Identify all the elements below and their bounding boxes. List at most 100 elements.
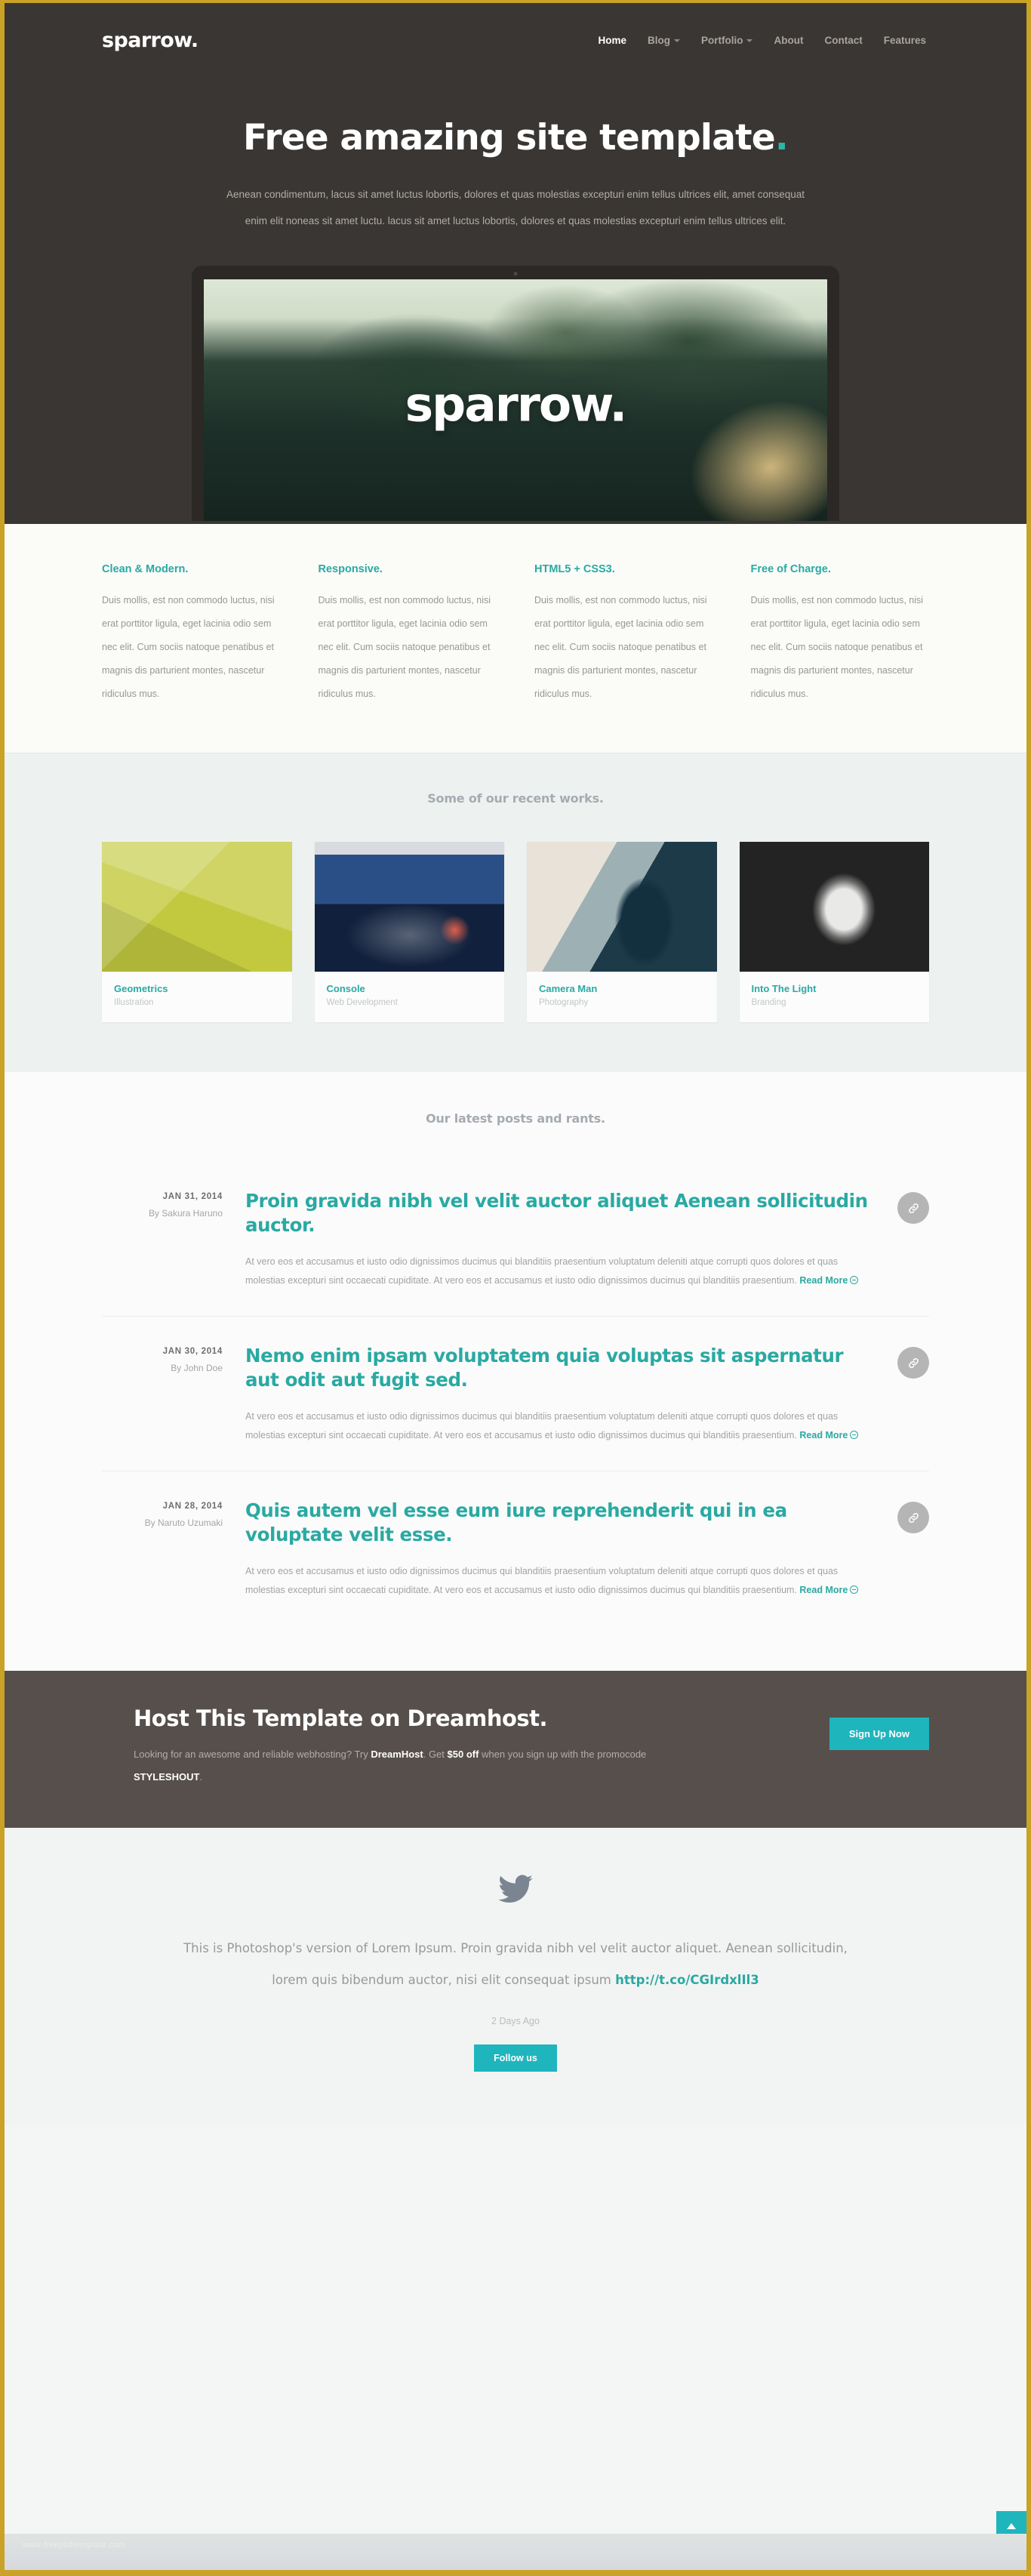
cta-promocode: STYLESHOUT <box>134 1771 200 1783</box>
page-inner: sparrow. Home Blog Portfolio About Conta… <box>5 3 1026 2570</box>
sign-up-now-button[interactable]: Sign Up Now <box>829 1718 929 1750</box>
read-more-link[interactable]: Read More <box>799 1275 848 1286</box>
read-more-link[interactable]: Read More <box>799 1585 848 1595</box>
feature-body: Duis mollis, est non commodo luctus, nis… <box>534 595 707 699</box>
post-permalink-button[interactable] <box>897 1192 929 1224</box>
portfolio-item-category: Web Development <box>326 998 398 1007</box>
features-grid: Clean & Modern. Duis mollis, est non com… <box>102 563 929 706</box>
cta-subtitle: Looking for an awesome and reliable webh… <box>134 1743 662 1789</box>
portfolio-thumbnail[interactable] <box>314 842 504 972</box>
cta-text-3: when you sign up with the promocode <box>479 1749 647 1760</box>
post-title[interactable]: Nemo enim ipsam voluptatem quia voluptas… <box>245 1344 875 1392</box>
site-logo[interactable]: sparrow. <box>102 29 199 52</box>
portfolio-item-category: Branding <box>751 998 786 1007</box>
post-excerpt-text: At vero eos et accusamus et iusto odio d… <box>245 1411 839 1441</box>
main-navbar: sparrow. Home Blog Portfolio About Conta… <box>102 29 929 52</box>
cta-text-4: . <box>199 1771 203 1783</box>
post-body: Nemo enim ipsam voluptatem quia voluptas… <box>245 1344 897 1445</box>
footer-section: This is Photoshop's version of Lorem Ips… <box>5 1828 1026 2125</box>
read-more-label: Read More <box>799 1430 848 1441</box>
feature-column: Clean & Modern. Duis mollis, est non com… <box>102 563 281 706</box>
blog-post: JAN 28, 2014 By Naruto Uzumaki Quis aute… <box>102 1471 929 1625</box>
post-excerpt: At vero eos et accusamus et iusto odio d… <box>245 1407 875 1445</box>
bottom-strip: www.freepsdtemplate.com <box>5 2534 1026 2570</box>
read-more-label: Read More <box>799 1585 848 1595</box>
blog-heading: Our latest posts and rants. <box>426 1111 605 1126</box>
laptop-screen: sparrow. <box>204 279 827 521</box>
nav-links: Home Blog Portfolio About Contact Featur… <box>598 35 929 46</box>
post-date: JAN 30, 2014 <box>162 1347 223 1356</box>
blog-section: Our latest posts and rants. JAN 31, 2014… <box>5 1072 1026 1671</box>
page-frame: sparrow. Home Blog Portfolio About Conta… <box>0 0 1031 2576</box>
read-more-link[interactable]: Read More <box>799 1430 848 1441</box>
portfolio-item-title: Geometrics <box>114 983 168 994</box>
post-body: Quis autem vel esse eum iure reprehender… <box>245 1499 897 1600</box>
portfolio-item-title: Camera Man <box>539 983 598 994</box>
portfolio-thumbnail[interactable] <box>102 842 292 972</box>
nav-item-features[interactable]: Features <box>884 35 926 46</box>
post-author: By Sakura Haruno <box>148 1208 223 1219</box>
nav-label-contact: Contact <box>824 35 863 46</box>
footer-tweet-link[interactable]: http://t.co/CGIrdxlIl3 <box>615 1973 759 1987</box>
post-excerpt: At vero eos et accusamus et iusto odio d… <box>245 1253 875 1290</box>
link-icon <box>908 1357 919 1368</box>
read-more-label: Read More <box>799 1275 848 1286</box>
portfolio-thumbnail[interactable] <box>739 842 929 972</box>
portfolio-meta: Console Web Development <box>315 972 505 1022</box>
nav-item-contact[interactable]: Contact <box>824 35 862 46</box>
feature-column: Free of Charge. Duis mollis, est non com… <box>751 563 930 706</box>
feature-body: Duis mollis, est non commodo luctus, nis… <box>750 595 924 699</box>
post-date: JAN 31, 2014 <box>162 1192 223 1201</box>
feature-title: Free of Charge. <box>750 563 831 575</box>
follow-us-button[interactable]: Follow us <box>474 2044 557 2072</box>
post-title[interactable]: Proin gravida nibh vel velit auctor aliq… <box>245 1189 875 1237</box>
portfolio-item-category: Illustration <box>114 998 154 1007</box>
portfolio-thumbnail[interactable] <box>527 842 717 972</box>
cta-title: Host This Template on Dreamhost. <box>134 1706 548 1731</box>
post-author: By John Doe <box>171 1363 223 1373</box>
laptop-mockup: sparrow. <box>192 266 839 521</box>
cta-discount: $50 off <box>447 1749 479 1760</box>
post-permalink-button[interactable] <box>897 1502 929 1533</box>
feature-column: Responsive. Duis mollis, est non commodo… <box>319 563 497 706</box>
portfolio-item-title: Into The Light <box>751 983 817 994</box>
watermark-text: www.freepsdtemplate.com <box>23 2541 125 2550</box>
portfolio-meta: Geometrics Illustration <box>102 972 292 1022</box>
portfolio-item[interactable]: Console Web Development <box>314 842 505 1022</box>
chevron-down-icon <box>673 39 680 42</box>
twitter-icon[interactable] <box>498 1875 533 1907</box>
portfolio-item[interactable]: Camera Man Photography <box>527 842 717 1022</box>
link-icon <box>908 1512 919 1523</box>
cta-text-1: Looking for an awesome and reliable webh… <box>134 1749 371 1760</box>
portfolio-item[interactable]: Into The Light Branding <box>739 842 929 1022</box>
webcam-icon <box>513 272 518 276</box>
post-permalink-button[interactable] <box>897 1347 929 1379</box>
portfolio-item[interactable]: Geometrics Illustration <box>102 842 292 1022</box>
post-excerpt: At vero eos et accusamus et iusto odio d… <box>245 1562 875 1600</box>
nav-item-blog[interactable]: Blog <box>648 35 680 46</box>
blog-post: JAN 30, 2014 By John Doe Nemo enim ipsam… <box>102 1317 929 1471</box>
post-title[interactable]: Quis autem vel esse eum iure reprehender… <box>245 1499 875 1547</box>
screen-wordmark: sparrow. <box>405 377 628 433</box>
features-section: Clean & Modern. Duis mollis, est non com… <box>5 524 1026 753</box>
nav-label-portfolio: Portfolio <box>700 35 743 46</box>
chevron-down-icon <box>746 39 753 42</box>
nav-item-about[interactable]: About <box>774 35 803 46</box>
post-excerpt-text: At vero eos et accusamus et iusto odio d… <box>245 1566 839 1595</box>
post-date: JAN 28, 2014 <box>162 1502 223 1511</box>
arrow-circle-icon <box>850 1431 859 1439</box>
hero-title-dot: . <box>774 117 789 159</box>
nav-item-portfolio[interactable]: Portfolio <box>701 35 753 46</box>
post-meta: JAN 30, 2014 By John Doe <box>102 1344 245 1376</box>
arrow-circle-icon <box>850 1585 859 1594</box>
nav-item-home[interactable]: Home <box>598 35 626 46</box>
feature-body: Duis mollis, est non commodo luctus, nis… <box>318 595 491 699</box>
hero-subtitle: Aenean condimentum, lacus sit amet luctu… <box>226 189 805 226</box>
cta-section: Host This Template on Dreamhost. Looking… <box>5 1671 1026 1828</box>
footer-timestamp: 2 Days Ago <box>491 2016 540 2026</box>
cta-content: Host This Template on Dreamhost. Looking… <box>134 1706 829 1789</box>
cta-text-2: . Get <box>423 1749 448 1760</box>
nav-label-about: About <box>774 35 804 46</box>
hero-section: sparrow. Home Blog Portfolio About Conta… <box>5 3 1026 524</box>
feature-title: HTML5 + CSS3. <box>534 563 615 575</box>
